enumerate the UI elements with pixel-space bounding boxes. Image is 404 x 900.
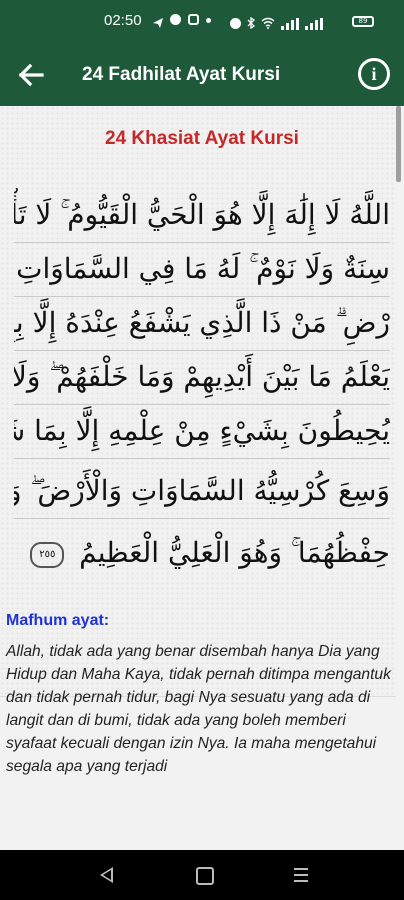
wifi-icon bbox=[261, 14, 275, 33]
notification-icons bbox=[152, 14, 218, 28]
whatsapp-icon bbox=[170, 14, 182, 26]
system-nav-bar bbox=[0, 850, 404, 900]
page-title: 24 Fadhilat Ayat Kursi bbox=[82, 64, 281, 85]
mafhum-label: Mafhum ayat: bbox=[6, 612, 110, 629]
bluetooth-icon bbox=[247, 14, 256, 33]
ayat-line: حِفْظُهُمَا ۚ وَهُوَ الْعَلِيُّ الْعَظِي… bbox=[79, 536, 390, 569]
ayah-number-marker: ٢٥٥ bbox=[30, 541, 65, 568]
dot-icon bbox=[206, 14, 218, 26]
signal-icon bbox=[305, 17, 323, 30]
signal-icon bbox=[281, 17, 299, 30]
alarm-icon bbox=[230, 18, 241, 29]
message-icon bbox=[188, 14, 200, 26]
ayat-line: اللَّهُ لَا إِلَٰهَ إِلَّا هُوَ الْحَيُّ… bbox=[14, 188, 390, 243]
nav-home-icon[interactable] bbox=[196, 867, 214, 885]
main-content[interactable]: 24 Khasiat Ayat Kursi اللَّهُ لَا إِلَٰه… bbox=[0, 106, 404, 850]
ayat-line: رْضِ ۗ مَنْ ذَا الَّذِي يَشْفَعُ عِنْدَه… bbox=[14, 296, 390, 351]
ayat-panel: 24 Khasiat Ayat Kursi اللَّهُ لَا إِلَٰه… bbox=[0, 106, 396, 697]
battery-icon: 89 bbox=[352, 16, 374, 27]
back-button[interactable] bbox=[14, 58, 48, 92]
ayat-line: وَسِعَ كُرْسِيُّهُ السَّمَاوَاتِ وَالْأَ… bbox=[14, 464, 390, 519]
scrollbar[interactable] bbox=[396, 106, 401, 182]
arrow-left-icon bbox=[18, 63, 44, 87]
ayat-line: يَعْلَمُ مَا بَيْنَ أَيْدِيهِمْ وَمَا خَ… bbox=[14, 350, 390, 405]
status-time: 02:50 bbox=[104, 12, 142, 29]
translation-text: Allah, tidak ada yang benar disembah han… bbox=[6, 643, 391, 775]
nav-back-icon[interactable] bbox=[100, 867, 113, 883]
app-bar: 24 Fadhilat Ayat Kursi i bbox=[0, 44, 404, 106]
section-title: 24 Khasiat Ayat Kursi bbox=[105, 128, 299, 149]
nav-recents-icon[interactable] bbox=[294, 868, 308, 882]
system-icons bbox=[230, 14, 323, 33]
info-button[interactable]: i bbox=[358, 58, 390, 90]
ayat-line: يُحِيطُونَ بِشَيْءٍ مِنْ عِلْمِهِ إِلَّا… bbox=[14, 404, 390, 459]
ayat-line-last: حِفْظُهُمَا ۚ وَهُوَ الْعَلِيُّ الْعَظِي… bbox=[14, 526, 390, 580]
telegram-icon bbox=[152, 14, 164, 28]
info-icon: i bbox=[371, 64, 377, 84]
ayat-line: سِنَةٌ وَلَا نَوْمٌ ۚ لَهُ مَا فِي السَّ… bbox=[14, 242, 390, 297]
status-bar: 02:50 89 bbox=[0, 0, 404, 44]
